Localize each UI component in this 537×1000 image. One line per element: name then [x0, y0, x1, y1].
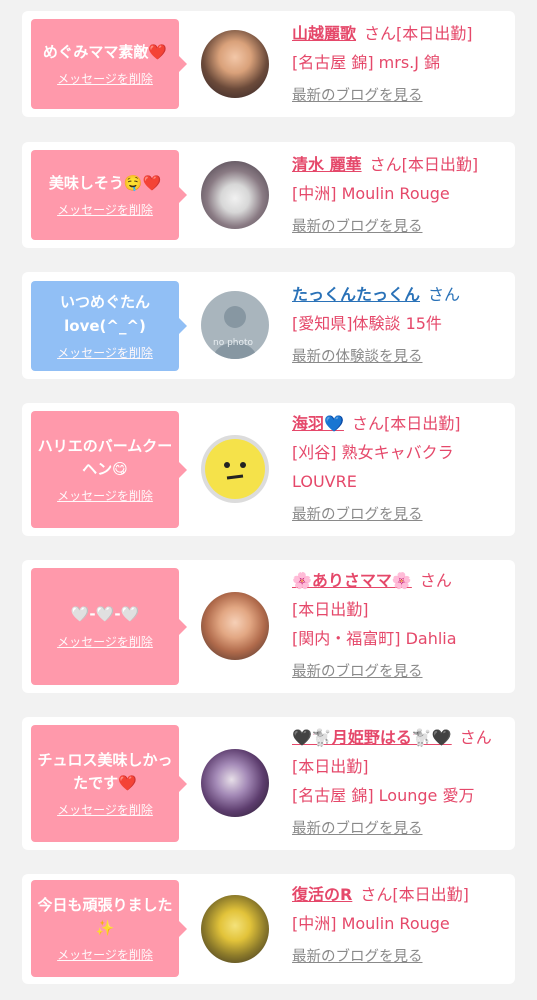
delete-message-link[interactable]: メッセージを削除 [57, 946, 153, 963]
message-card: 🤍-🤍-🤍 メッセージを削除 🌸ありさママ🌸 さん [本日出勤] [関内・福富町]… [22, 560, 515, 693]
message-bubble: めぐみママ素敵❤️ メッセージを削除 [31, 19, 187, 109]
status-text: [本日出勤] [383, 414, 461, 433]
profile-info: 海羽💙 さん[本日出勤] [刈谷] 熟女キャバクラ LOUVRE 最新のブログを見… [292, 409, 507, 530]
delete-message-link[interactable]: メッセージを削除 [57, 487, 153, 504]
honorific: さん [360, 885, 393, 904]
avatar[interactable] [201, 161, 269, 229]
shop-text: [名古屋 錦] Lounge 愛万 [292, 786, 475, 805]
honorific: さん [428, 285, 461, 304]
profile-info: 🖤🐩月姫野はる🐩🖤 さん [本日出勤] [名古屋 錦] Lounge 愛万 最新のブ… [292, 723, 507, 844]
profile-name-link[interactable]: 海羽💙 [292, 414, 344, 433]
status-text: [本日出勤] [292, 757, 369, 776]
avatar[interactable] [201, 435, 269, 503]
delete-message-link[interactable]: メッセージを削除 [57, 801, 153, 818]
profile-info: 復活のR さん[本日出勤] [中洲] Moulin Rouge 最新のブログを見る [292, 880, 507, 972]
status-text: [本日出勤] [401, 155, 479, 174]
message-card: チュロス美味しかったです❤️ メッセージを削除 🖤🐩月姫野はる🐩🖤 さん [本日出勤… [22, 717, 515, 850]
avatar[interactable] [201, 749, 269, 817]
delete-message-link[interactable]: メッセージを削除 [57, 201, 153, 218]
message-bubble: 今日も頑張りました✨ メッセージを削除 [31, 880, 187, 977]
shop-text: [関内・福富町] Dahlia [292, 629, 457, 648]
message-text: ハリエのバームクーヘン😋 [37, 436, 173, 478]
message-text: めぐみママ素敵❤️ [42, 42, 168, 61]
message-text: 美味しそう🤤❤️ [48, 173, 162, 192]
message-card: ハリエのバームクーヘン😋 メッセージを削除 海羽💙 さん[本日出勤] [刈谷] 熟… [22, 403, 515, 536]
latest-blog-link[interactable]: 最新のブログを見る [292, 501, 423, 530]
delete-message-link[interactable]: メッセージを削除 [57, 70, 153, 87]
profile-info: 山越麗歌 さん[本日出勤] [名古屋 錦] mrs.J 錦 最新のブログを見る [292, 19, 507, 111]
message-card: 美味しそう🤤❤️ メッセージを削除 清水 麗華 さん[本日出勤] [中洲] Mou… [22, 142, 515, 248]
avatar[interactable] [201, 895, 269, 963]
shop-text: [愛知県]体験談 15件 [292, 314, 442, 333]
profile-name-link[interactable]: 山越麗歌 [292, 24, 356, 43]
shop-text: [刈谷] 熟女キャバクラ LOUVRE [292, 443, 454, 491]
avatar[interactable] [201, 30, 269, 98]
honorific: さん [369, 155, 402, 174]
latest-blog-link[interactable]: 最新のブログを見る [292, 815, 423, 844]
honorific: さん [364, 24, 397, 43]
message-card: 今日も頑張りました✨ メッセージを削除 復活のR さん[本日出勤] [中洲] Mo… [22, 874, 515, 984]
message-text: いつめぐたんlove(^_^) [59, 293, 150, 335]
status-text: [本日出勤] [292, 600, 369, 619]
profile-name-link[interactable]: 🖤🐩月姫野はる🐩🖤 [292, 728, 452, 747]
message-bubble: チュロス美味しかったです❤️ メッセージを削除 [31, 725, 187, 842]
status-text: [本日出勤] [392, 885, 469, 904]
message-bubble: 美味しそう🤤❤️ メッセージを削除 [31, 150, 187, 240]
latest-blog-link[interactable]: 最新のブログを見る [292, 82, 423, 111]
message-bubble: いつめぐたんlove(^_^) メッセージを削除 [31, 281, 187, 371]
avatar[interactable] [201, 592, 269, 660]
delete-message-link[interactable]: メッセージを削除 [57, 344, 153, 361]
message-card: いつめぐたんlove(^_^) メッセージを削除 no photo たっくんたっ… [22, 272, 515, 379]
profile-name-link[interactable]: 復活のR [292, 885, 352, 904]
latest-blog-link[interactable]: 最新のブログを見る [292, 213, 423, 242]
status-text: [本日出勤] [396, 24, 473, 43]
message-text: 今日も頑張りました✨ [37, 895, 173, 937]
message-text: チュロス美味しかったです❤️ [37, 750, 173, 792]
latest-review-link[interactable]: 最新の体験談を見る [292, 343, 423, 372]
profile-name-link[interactable]: 清水 麗華 [292, 155, 362, 174]
emoji-face-icon [205, 439, 265, 499]
latest-blog-link[interactable]: 最新のブログを見る [292, 658, 423, 687]
shop-text: [中洲] Moulin Rouge [292, 184, 450, 203]
honorific: さん [419, 571, 452, 590]
delete-message-link[interactable]: メッセージを削除 [57, 633, 153, 650]
shop-text: [名古屋 錦] mrs.J 錦 [292, 53, 441, 72]
person-silhouette-icon: no photo [213, 306, 257, 359]
message-bubble: ハリエのバームクーヘン😋 メッセージを削除 [31, 411, 187, 528]
shop-text: [中洲] Moulin Rouge [292, 914, 450, 933]
profile-name-link[interactable]: 🌸ありさママ🌸 [292, 571, 412, 590]
message-card: めぐみママ素敵❤️ メッセージを削除 山越麗歌 さん[本日出勤] [名古屋 錦] … [22, 11, 515, 117]
profile-info: 🌸ありさママ🌸 さん [本日出勤] [関内・福富町] Dahlia 最新のブログを… [292, 566, 507, 687]
message-bubble: 🤍-🤍-🤍 メッセージを削除 [31, 568, 187, 685]
avatar[interactable]: no photo [201, 291, 269, 359]
profile-info: たっくんたっくん さん [愛知県]体験談 15件 最新の体験談を見る [292, 280, 507, 372]
latest-blog-link[interactable]: 最新のブログを見る [292, 943, 423, 972]
profile-name-link[interactable]: たっくんたっくん [292, 285, 420, 304]
profile-info: 清水 麗華 さん[本日出勤] [中洲] Moulin Rouge 最新のブログを見… [292, 150, 507, 242]
honorific: さん [351, 414, 384, 433]
honorific: さん [459, 728, 492, 747]
svg-text:no photo: no photo [213, 338, 254, 348]
message-text: 🤍-🤍-🤍 [70, 605, 140, 624]
